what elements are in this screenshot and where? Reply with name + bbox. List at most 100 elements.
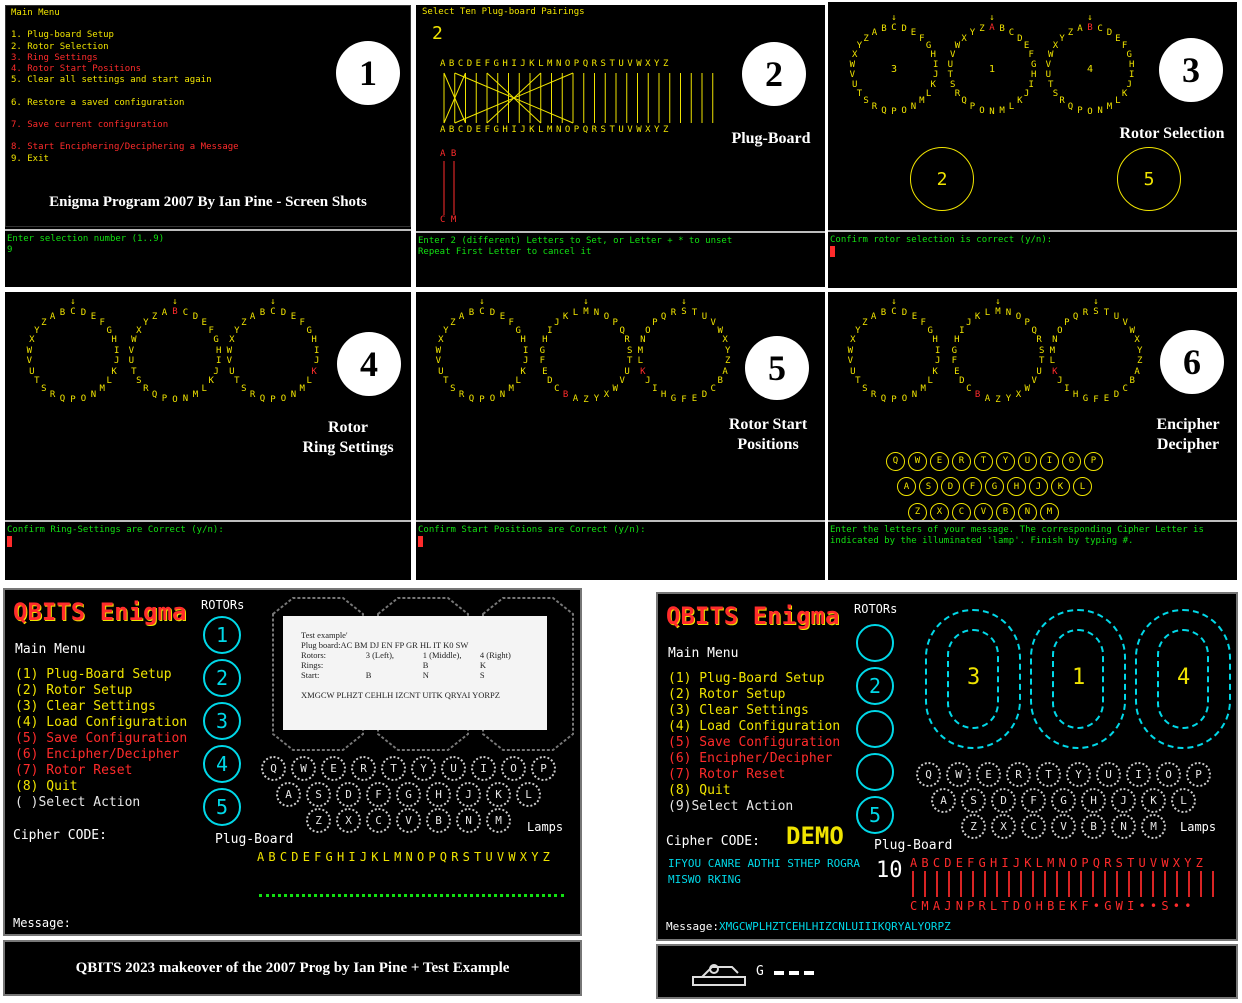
key-d[interactable]: D	[991, 788, 1016, 813]
rotor-button-2[interactable]: 2	[856, 667, 894, 705]
menu-item[interactable]: 7. Save current configuration	[11, 120, 405, 131]
key-h[interactable]: H	[1081, 788, 1106, 813]
rotor-button-4[interactable]: 4	[203, 745, 241, 783]
key-y[interactable]: Y	[1066, 762, 1091, 787]
key-r[interactable]: R	[1006, 762, 1031, 787]
menu-item[interactable]: (3) Clear Settings	[668, 703, 840, 719]
key-u[interactable]: U	[441, 756, 466, 781]
key-h[interactable]: H	[426, 782, 451, 807]
rotor-button-2[interactable]: 2	[203, 659, 241, 697]
menu-item[interactable]: 1. Plug-board Setup	[11, 30, 405, 41]
menu-item[interactable]: 8. Start Enciphering/Deciphering a Messa…	[11, 142, 405, 153]
key-a[interactable]: A	[276, 782, 301, 807]
menu-item[interactable]: (1) Plug-Board Setup	[15, 667, 187, 683]
menu-item[interactable]: 6. Restore a saved configuration	[11, 98, 405, 109]
menu-item[interactable]: (8) Quit	[668, 783, 840, 799]
key-i[interactable]: I	[1126, 762, 1151, 787]
menu-item[interactable]: (4) Load Configuration	[668, 719, 840, 735]
menu-item[interactable]: ( )Select Action	[15, 795, 187, 811]
key-r[interactable]: R	[351, 756, 376, 781]
ring-letter: D	[547, 375, 553, 386]
key-l[interactable]: L	[1171, 788, 1196, 813]
key-x[interactable]: X	[991, 814, 1016, 839]
key-e[interactable]: E	[976, 762, 1001, 787]
menu-item[interactable]: (8) Quit	[15, 779, 187, 795]
ring-letter: B	[880, 308, 887, 319]
key-n[interactable]: N	[456, 808, 481, 833]
ring-letter: F	[919, 33, 925, 44]
key-y[interactable]: Y	[411, 756, 436, 781]
key-f[interactable]: F	[1021, 788, 1046, 813]
menu-item[interactable]: (9)Select Action	[668, 799, 840, 815]
rotor-button-5[interactable]: 5	[203, 788, 241, 826]
key-e[interactable]: E	[321, 756, 346, 781]
menu-item[interactable]: (6) Encipher/Decipher	[668, 751, 840, 767]
menu-item[interactable]: (1) Plug-Board Setup	[668, 671, 840, 687]
lamp-c: C	[952, 502, 971, 522]
key-q[interactable]: Q	[916, 762, 941, 787]
key-m[interactable]: M	[486, 808, 511, 833]
rotor-button-1[interactable]	[856, 624, 894, 662]
key-j[interactable]: J	[1111, 788, 1136, 813]
menu-item[interactable]: (2) Rotor Setup	[15, 683, 187, 699]
key-n[interactable]: N	[1111, 814, 1136, 839]
key-i[interactable]: I	[471, 756, 496, 781]
key-x[interactable]: X	[336, 808, 361, 833]
key-v[interactable]: V	[396, 808, 421, 833]
key-z[interactable]: Z	[306, 808, 331, 833]
key-c[interactable]: C	[1021, 814, 1046, 839]
rotor-button-5[interactable]: 5	[856, 796, 894, 834]
key-a[interactable]: A	[931, 788, 956, 813]
ring-letter: Z	[450, 318, 456, 329]
rotor-button-3[interactable]	[856, 710, 894, 748]
key-p[interactable]: P	[531, 756, 556, 781]
key-u[interactable]: U	[1096, 762, 1121, 787]
key-row: ZXCVBNM	[961, 814, 1216, 839]
key-o[interactable]: O	[501, 756, 526, 781]
key-p[interactable]: P	[1186, 762, 1211, 787]
menu-item[interactable]: (5) Save Configuration	[668, 735, 840, 751]
rotor-wheel: 3	[925, 609, 1021, 749]
menu-item[interactable]	[11, 109, 405, 120]
key-w[interactable]: W	[946, 762, 971, 787]
menu-item[interactable]: (2) Rotor Setup	[668, 687, 840, 703]
key-j[interactable]: J	[456, 782, 481, 807]
key-t[interactable]: T	[381, 756, 406, 781]
key-k[interactable]: K	[1141, 788, 1166, 813]
rotor-button-1[interactable]: 1	[203, 616, 241, 654]
key-b[interactable]: B	[426, 808, 451, 833]
menu-item[interactable]: 9. Exit	[11, 154, 405, 165]
selected-rotor-5[interactable]: 5	[1117, 147, 1181, 211]
menu-item[interactable]	[11, 131, 405, 142]
ring-letter: H	[954, 335, 960, 346]
key-q[interactable]: Q	[261, 756, 286, 781]
key-l[interactable]: L	[516, 782, 541, 807]
rotor-button-4[interactable]	[856, 753, 894, 791]
ring-letter: E	[90, 312, 97, 323]
menu-item[interactable]: (4) Load Configuration	[15, 715, 187, 731]
menu-item[interactable]: (6) Encipher/Decipher	[15, 747, 187, 763]
key-z[interactable]: Z	[961, 814, 986, 839]
selected-rotor-2[interactable]: 2	[910, 147, 974, 211]
key-f[interactable]: F	[366, 782, 391, 807]
menu-item[interactable]: (7) Rotor Reset	[15, 763, 187, 779]
key-c[interactable]: C	[366, 808, 391, 833]
menu-item[interactable]: (5) Save Configuration	[15, 731, 187, 747]
key-k[interactable]: K	[486, 782, 511, 807]
key-b[interactable]: B	[1081, 814, 1106, 839]
key-o[interactable]: O	[1156, 762, 1181, 787]
key-m[interactable]: M	[1141, 814, 1166, 839]
key-w[interactable]: W	[291, 756, 316, 781]
rotor-button-3[interactable]: 3	[203, 702, 241, 740]
key-g[interactable]: G	[1051, 788, 1076, 813]
key-v[interactable]: V	[1051, 814, 1076, 839]
menu-item[interactable]: (3) Clear Settings	[15, 699, 187, 715]
key-s[interactable]: S	[306, 782, 331, 807]
keyboard: QWERTYUIOPASDFGHJKLZXCVBNM	[916, 762, 1216, 840]
key-g[interactable]: G	[396, 782, 421, 807]
key-d[interactable]: D	[336, 782, 361, 807]
test-row: Plug board: AC BM DJ EN FP GR HL IT K0 SW	[301, 640, 537, 650]
key-t[interactable]: T	[1036, 762, 1061, 787]
key-s[interactable]: S	[961, 788, 986, 813]
menu-item[interactable]: (7) Rotor Reset	[668, 767, 840, 783]
